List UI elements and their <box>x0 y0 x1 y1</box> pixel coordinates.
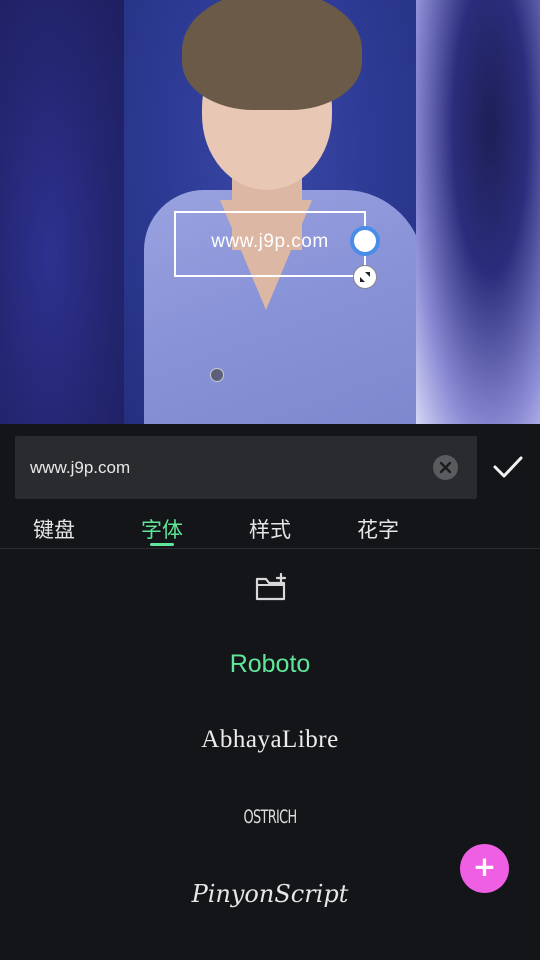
tab-fancy-text[interactable]: 花字 <box>357 514 399 544</box>
text-sticker-box[interactable]: www.j9p.com <box>174 211 366 277</box>
tab-style[interactable]: 样式 <box>249 514 291 544</box>
photo-shirt-button <box>210 368 224 382</box>
text-input-value[interactable]: www.j9p.com <box>30 458 130 478</box>
tab-font[interactable]: 字体 <box>141 514 183 544</box>
editor-tabs: 键盘 字体 样式 花字 <box>0 510 540 549</box>
background-blur-right <box>416 0 540 424</box>
folder-add-icon[interactable] <box>254 572 288 604</box>
add-font-button[interactable]: + <box>460 844 509 893</box>
font-option-ostrich[interactable]: OSTRICH <box>86 806 453 828</box>
photo-hair <box>182 0 362 110</box>
plus-icon: + <box>472 850 497 883</box>
rotate-handle[interactable] <box>350 226 380 256</box>
font-option-roboto[interactable]: Roboto <box>0 650 540 679</box>
font-option-abhayalibre[interactable]: AbhayaLibre <box>0 726 540 754</box>
text-sticker-label: www.j9p.com <box>211 231 329 252</box>
clear-icon[interactable] <box>433 455 458 480</box>
active-tab-indicator <box>150 543 174 546</box>
tab-keyboard[interactable]: 键盘 <box>33 514 75 544</box>
scale-handle[interactable] <box>353 265 377 289</box>
checkmark-icon[interactable] <box>490 451 526 483</box>
font-option-pinyonscript[interactable]: PinyonScript <box>0 880 540 908</box>
resize-icon <box>360 272 370 282</box>
background-blur-left <box>0 0 124 424</box>
text-input-field[interactable]: www.j9p.com <box>15 436 477 499</box>
video-preview[interactable]: www.j9p.com <box>0 0 540 424</box>
